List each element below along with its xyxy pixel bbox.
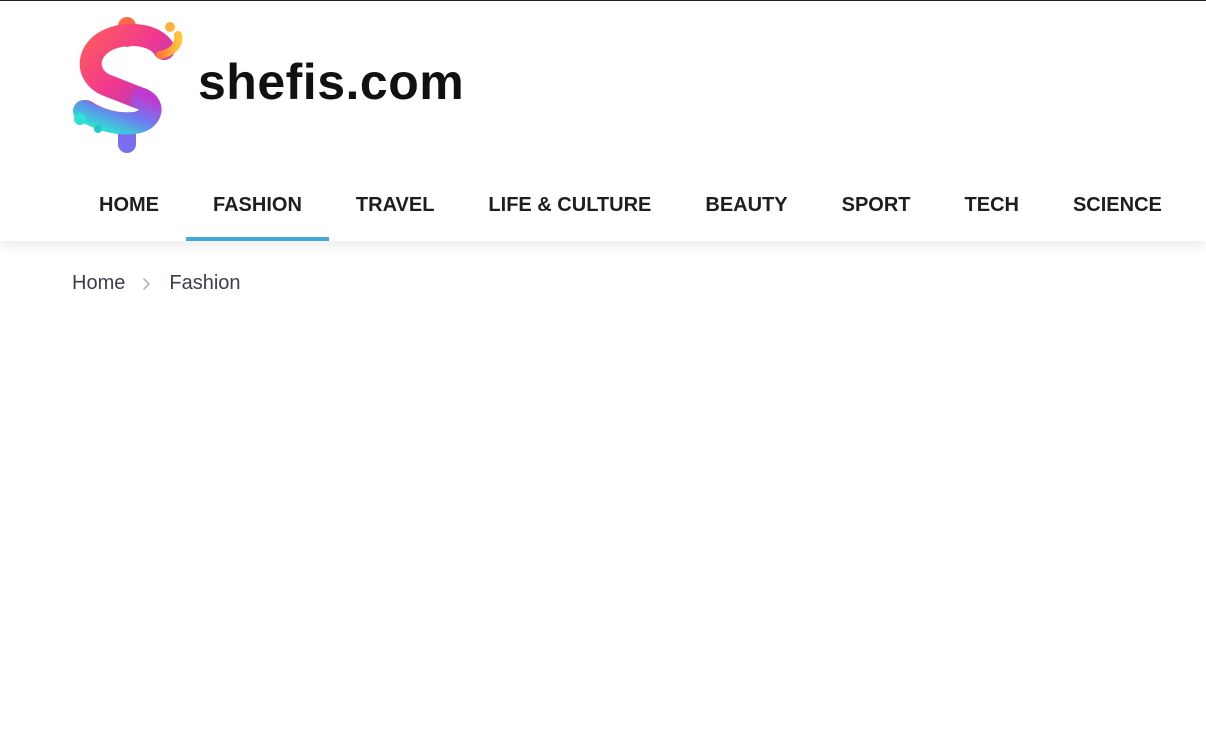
nav-item-fashion[interactable]: FASHION (186, 169, 329, 241)
chevron-right-icon (143, 277, 151, 290)
breadcrumb: Home Fashion (72, 272, 241, 295)
dollar-sign-logo-icon (73, 17, 183, 153)
site-header: shefis.com HOME FASHION TRAVEL LIFE & CU… (0, 1, 1206, 241)
nav-item-life-culture[interactable]: LIFE & CULTURE (461, 169, 678, 241)
nav-item-science[interactable]: SCIENCE (1046, 169, 1189, 241)
nav-item-tech[interactable]: TECH (938, 169, 1046, 241)
nav-item-sport[interactable]: SPORT (815, 169, 938, 241)
breadcrumb-home-link[interactable]: Home (72, 272, 125, 295)
site-logo-text: shefis.com (198, 54, 465, 110)
nav-item-travel[interactable]: TRAVEL (329, 169, 462, 241)
breadcrumb-current: Fashion (169, 272, 241, 294)
nav-item-beauty[interactable]: BEAUTY (678, 169, 814, 241)
main-nav: HOME FASHION TRAVEL LIFE & CULTURE BEAUT… (72, 169, 1189, 241)
site-logo[interactable]: shefis.com (72, 15, 464, 155)
nav-item-home[interactable]: HOME (72, 169, 186, 241)
